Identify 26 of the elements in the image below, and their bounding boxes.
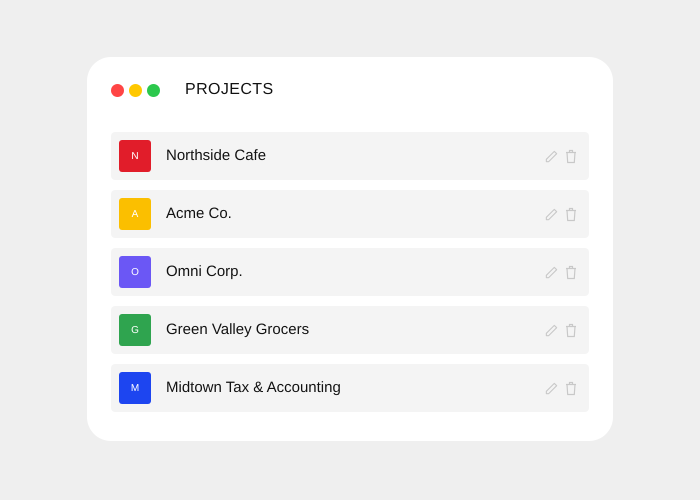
delete-icon[interactable]	[565, 148, 577, 164]
project-row[interactable]: A Acme Co.	[111, 190, 589, 238]
project-name: Midtown Tax & Accounting	[166, 378, 342, 398]
project-row[interactable]: N Northside Cafe	[111, 132, 589, 180]
delete-icon[interactable]	[565, 380, 577, 396]
delete-icon[interactable]	[565, 264, 577, 280]
project-name: Acme Co.	[166, 204, 233, 224]
project-name: Omni Corp.	[166, 262, 244, 282]
avatar: A	[119, 198, 151, 230]
edit-icon[interactable]	[544, 148, 559, 164]
edit-icon[interactable]	[544, 264, 559, 280]
project-name: Green Valley Grocers	[166, 320, 310, 340]
avatar: N	[119, 140, 151, 172]
edit-icon[interactable]	[544, 322, 559, 338]
avatar: G	[119, 314, 151, 346]
project-name: Northside Cafe	[166, 146, 268, 166]
project-row[interactable]: O Omni Corp.	[111, 248, 589, 296]
edit-icon[interactable]	[544, 206, 559, 222]
project-row[interactable]: G Green Valley Grocers	[111, 306, 589, 354]
project-row[interactable]: M Midtown Tax & Accounting	[111, 364, 589, 412]
avatar: O	[119, 256, 151, 288]
window-title: PROJECTS	[185, 80, 274, 100]
delete-icon[interactable]	[565, 206, 577, 222]
edit-icon[interactable]	[544, 380, 559, 396]
delete-icon[interactable]	[565, 322, 577, 338]
avatar: M	[119, 372, 151, 404]
